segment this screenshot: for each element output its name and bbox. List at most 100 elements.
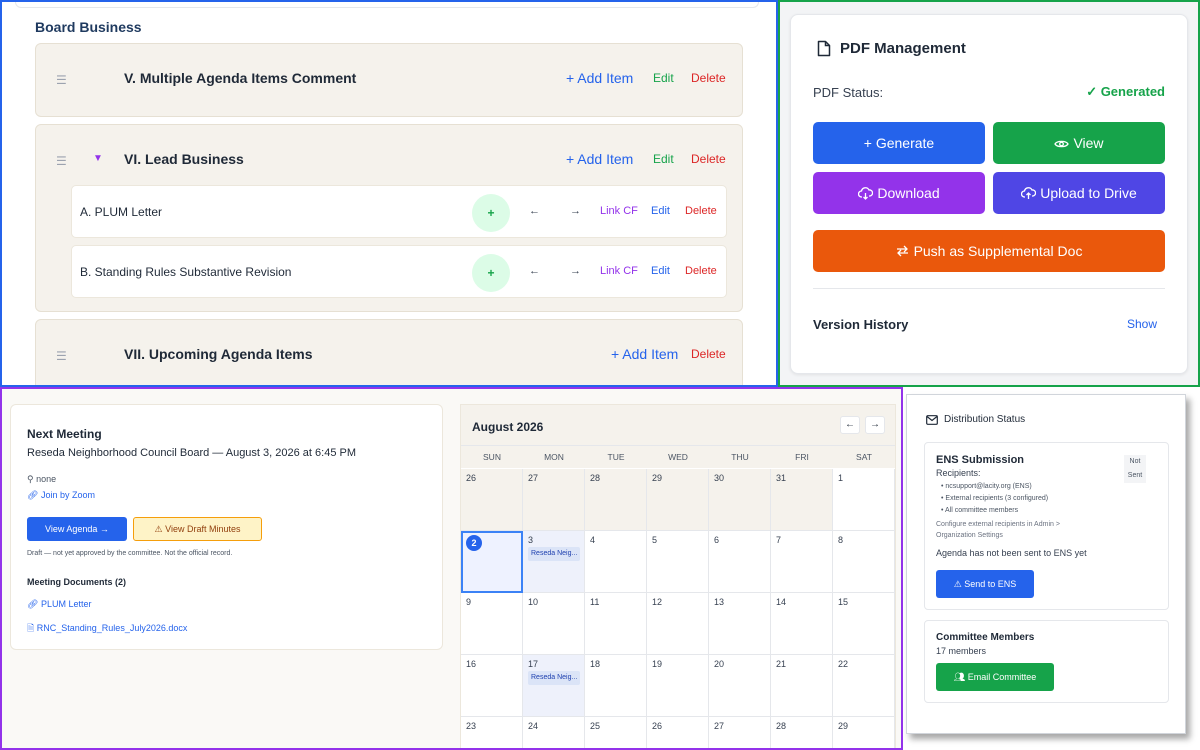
add-item-button[interactable]: + Add Item: [611, 346, 678, 362]
cloud-upload-icon: [1021, 187, 1037, 199]
upload-to-drive-button[interactable]: Upload to Drive: [993, 172, 1165, 214]
generate-button[interactable]: + Generate: [813, 122, 985, 164]
drag-handle-icon[interactable]: ☰: [56, 349, 67, 363]
committee-members-box: Committee Members 17 members 👥︎ Email Co…: [924, 620, 1169, 703]
calendar-event[interactable]: Reseda Neig...: [528, 671, 580, 685]
edit-section-button[interactable]: Edit: [653, 71, 674, 85]
join-zoom-link[interactable]: Join by Zoom: [41, 490, 95, 500]
calendar-day-cell[interactable]: 18: [585, 655, 647, 717]
view-button[interactable]: View: [993, 122, 1165, 164]
calendar-day-cell[interactable]: 9: [461, 593, 523, 655]
calendar-day-cell[interactable]: 3 Reseda Neig...: [523, 531, 585, 593]
prev-month-button[interactable]: ←: [840, 416, 860, 434]
edit-item-button[interactable]: Edit: [651, 205, 670, 217]
email-committee-button[interactable]: 👥︎ Email Committee: [936, 663, 1054, 691]
agenda-item-label: B. Standing Rules Substantive Revision: [80, 265, 292, 279]
day-number: 27: [714, 721, 725, 731]
pdf-management-panel: PDF Management PDF Status: ✓ Generated +…: [778, 0, 1200, 387]
link-cf-button[interactable]: Link CF: [600, 205, 638, 217]
meeting-subtitle: Reseda Neighborhood Council Board — Augu…: [27, 447, 356, 459]
calendar-day-cell[interactable]: 12: [647, 593, 709, 655]
download-button[interactable]: Download: [813, 172, 985, 214]
view-agenda-button[interactable]: View Agenda →: [27, 517, 127, 541]
day-number: 10: [528, 597, 539, 607]
calendar-day-cell[interactable]: 5: [647, 531, 709, 593]
calendar-day-cell[interactable]: 22: [833, 655, 895, 717]
calendar-day-cell[interactable]: 23: [461, 717, 523, 748]
delete-section-button[interactable]: Delete: [691, 71, 726, 85]
calendar-day-cell[interactable]: 29: [647, 469, 709, 531]
calendar-day-cell[interactable]: 1: [833, 469, 895, 531]
day-number: 12: [652, 597, 663, 607]
zoom-row: 🔗︎ Join by Zoom: [27, 490, 95, 501]
committee-title: Committee Members: [936, 632, 1035, 643]
push-supplemental-button[interactable]: Push as Supplemental Doc: [813, 230, 1165, 272]
calendar-day-cell[interactable]: 19: [647, 655, 709, 717]
day-number: 29: [652, 473, 663, 483]
collapse-triangle-icon[interactable]: ▼: [93, 153, 103, 164]
doc-link-row: 🔗︎ PLUM Letter: [27, 599, 91, 610]
delete-item-button[interactable]: Delete: [685, 205, 717, 217]
calendar-day-cell[interactable]: 30: [709, 469, 771, 531]
previous-card-edge: [15, 2, 759, 8]
day-number: 24: [528, 721, 539, 731]
board-business-title: Board Business: [35, 19, 142, 35]
delete-section-button[interactable]: Delete: [691, 152, 726, 166]
plum-letter-link[interactable]: PLUM Letter: [41, 599, 92, 609]
add-item-button[interactable]: + Add Item: [566, 70, 633, 86]
delete-section-button[interactable]: Delete: [691, 347, 726, 361]
calendar-day-cell[interactable]: 10: [523, 593, 585, 655]
day-number: 14: [776, 597, 787, 607]
calendar-day-cell[interactable]: 14: [771, 593, 833, 655]
calendar-day-cell[interactable]: 8: [833, 531, 895, 593]
send-to-ens-button[interactable]: ⚠ Send to ENS: [936, 570, 1034, 598]
link-cf-button[interactable]: Link CF: [600, 265, 638, 277]
delete-item-button[interactable]: Delete: [685, 265, 717, 277]
day-number: 5: [652, 535, 658, 545]
add-item-button[interactable]: + Add Item: [566, 151, 633, 167]
calendar-day-cell[interactable]: 4: [585, 531, 647, 593]
drag-handle-icon[interactable]: ☰: [56, 154, 67, 168]
next-month-button[interactable]: →: [865, 416, 885, 434]
move-left-button[interactable]: ←: [529, 265, 540, 277]
show-versions-link[interactable]: Show: [1127, 317, 1157, 331]
calendar-day-cell[interactable]: 16: [461, 655, 523, 717]
move-right-button[interactable]: →: [570, 265, 581, 277]
section-title: V. Multiple Agenda Items Comment: [124, 70, 357, 86]
calendar-day-cell[interactable]: 13: [709, 593, 771, 655]
day-number: 6: [714, 535, 720, 545]
calendar-day-cell[interactable]: 7: [771, 531, 833, 593]
calendar-day-cell[interactable]: 29: [833, 717, 895, 748]
location-value: none: [36, 474, 57, 484]
calendar-day-cell[interactable]: 15: [833, 593, 895, 655]
recipient-item: • External recipients (3 configured): [941, 495, 1049, 502]
edit-section-button[interactable]: Edit: [653, 152, 674, 166]
calendar-day-cell[interactable]: 21: [771, 655, 833, 717]
calendar-day-cell[interactable]: 28: [771, 717, 833, 748]
calendar-day-cell[interactable]: 25: [585, 717, 647, 748]
calendar-day-cell[interactable]: 28: [585, 469, 647, 531]
calendar-day-cell[interactable]: 27: [709, 717, 771, 748]
dow-label: MON: [544, 452, 564, 462]
calendar-day-cell[interactable]: 24: [523, 717, 585, 748]
calendar-day-cell[interactable]: 26: [647, 717, 709, 748]
view-draft-minutes-button[interactable]: ⚠ View Draft Minutes: [133, 517, 262, 541]
location-row: ⚲ none: [27, 474, 56, 485]
edit-item-button[interactable]: Edit: [651, 265, 670, 277]
calendar-day-cell[interactable]: 27: [523, 469, 585, 531]
calendar-event[interactable]: Reseda Neig...: [528, 547, 580, 561]
calendar-day-cell[interactable]: 6: [709, 531, 771, 593]
add-subitem-button[interactable]: +: [472, 254, 510, 292]
calendar-day-cell[interactable]: 20: [709, 655, 771, 717]
calendar-day-cell[interactable]: 26: [461, 469, 523, 531]
calendar-day-cell[interactable]: 17 Reseda Neig...: [523, 655, 585, 717]
move-right-button[interactable]: →: [570, 205, 581, 217]
move-left-button[interactable]: ←: [529, 205, 540, 217]
drag-handle-icon[interactable]: ☰: [56, 73, 67, 87]
calendar-day-cell-today[interactable]: 2: [461, 531, 523, 593]
calendar-day-cell[interactable]: 11: [585, 593, 647, 655]
add-subitem-button[interactable]: +: [472, 194, 510, 232]
standing-rules-doc-link[interactable]: RNC_Standing_Rules_July2026.docx: [37, 623, 188, 633]
calendar-day-cell[interactable]: 31: [771, 469, 833, 531]
pdf-status-value: ✓ Generated: [1086, 84, 1165, 99]
